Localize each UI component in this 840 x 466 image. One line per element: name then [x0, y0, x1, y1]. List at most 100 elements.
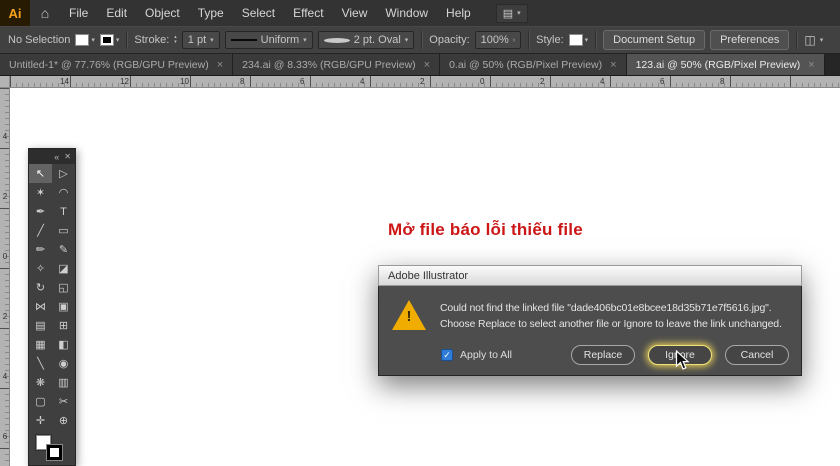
graphic-style-control[interactable]: ▾	[568, 34, 588, 46]
menu-item[interactable]: Window	[376, 0, 437, 26]
tab-label: 0.ai @ 50% (RGB/Pixel Preview)	[449, 58, 603, 71]
graphic-style-swatch	[568, 34, 583, 46]
horizontal-ruler[interactable]: 14 12 10 8 6 4 2 0 2 4 6 8	[10, 76, 840, 88]
rectangle-tool[interactable]: ▭	[52, 221, 75, 240]
menu-item[interactable]: Help	[437, 0, 480, 26]
stroke-swatch[interactable]	[47, 445, 62, 460]
menu-item[interactable]: Type	[189, 0, 233, 26]
width-profile-dropdown[interactable]: Uniform ▾	[224, 31, 313, 49]
dialog-controls: ✓ Apply to All Replace Ignore Cancel	[391, 345, 789, 365]
tab-close-icon[interactable]: ×	[424, 59, 430, 71]
chevron-down-icon: ▾	[210, 37, 214, 44]
line-segment-tool[interactable]: ╱	[29, 221, 52, 240]
pen-tool[interactable]: ✒	[29, 202, 52, 221]
menu-bar: Ai ⌂ File Edit Object Type Select Effect View W…	[0, 0, 840, 26]
free-transform-tool[interactable]: ▣	[52, 297, 75, 316]
ruler-label: 8	[240, 77, 245, 86]
ruler-label: 4	[600, 77, 605, 86]
perspective-grid-tool[interactable]: ⊞	[52, 316, 75, 335]
menu-item[interactable]: Object	[136, 0, 189, 26]
document-tab[interactable]: 123.ai @ 50% (RGB/Pixel Preview) ×	[626, 54, 825, 75]
ruler-label: 2	[2, 312, 8, 321]
missing-file-dialog: Adobe Illustrator ! Could not find the l…	[378, 265, 802, 376]
apply-to-all-label: Apply to All	[460, 349, 512, 361]
cancel-button[interactable]: Cancel	[725, 345, 789, 365]
menu-item[interactable]: Select	[233, 0, 284, 26]
divider	[126, 31, 128, 49]
shape-builder-tool[interactable]: ▤	[29, 316, 52, 335]
slice-tool[interactable]: ✂	[52, 392, 75, 411]
apply-to-all-checkbox[interactable]: ✓	[441, 349, 453, 361]
selection-tool[interactable]: ↖	[29, 164, 52, 183]
document-tab[interactable]: 234.ai @ 8.33% (RGB/GPU Preview) ×	[233, 54, 441, 75]
tab-close-icon[interactable]: ×	[808, 59, 814, 71]
home-icon[interactable]: ⌂	[33, 5, 57, 21]
paintbrush-tool[interactable]: ✏	[29, 240, 52, 259]
gradient-tool[interactable]: ◧	[52, 335, 75, 354]
document-setup-button[interactable]: Document Setup	[603, 30, 706, 50]
zoom-tool[interactable]: ⊕	[52, 411, 75, 430]
vertical-ruler-labels: 4 2 0 2 4 6	[0, 88, 9, 466]
ruler-origin-corner[interactable]	[0, 76, 10, 88]
fill-color-control[interactable]: ▾	[75, 34, 95, 46]
fill-stroke-control[interactable]	[29, 432, 75, 465]
chevron-down-icon: ▾	[404, 37, 409, 44]
tutorial-annotation: Mở file báo lỗi thiếu file	[388, 220, 583, 239]
magic-wand-tool[interactable]: ✶	[29, 183, 52, 202]
arrange-documents-icon: ▤	[502, 7, 514, 20]
stroke-weight-dropdown[interactable]: 1 pt ▾	[181, 31, 220, 49]
tab-close-icon[interactable]: ×	[610, 59, 616, 71]
width-tool[interactable]: ⋈	[29, 297, 52, 316]
direct-selection-tool[interactable]: ▷	[52, 164, 75, 183]
blend-tool[interactable]: ◉	[52, 354, 75, 373]
collapse-panel-icon[interactable]: «	[54, 152, 59, 162]
preferences-button[interactable]: Preferences	[710, 30, 790, 50]
artboard-canvas[interactable]: « ✕ ↖ ▷ ✶ ◠ ✒ T ╱ ▭ ✏ ✎ ✧ ◪ ↻ ◱ ⋈ ▣ ▤ ⊞ ▦ ◧ ╲ ◉ ❋ ▥ ▢ ✂ ✛ ⊕ Mở file…	[10, 88, 840, 466]
close-panel-icon[interactable]: ✕	[64, 152, 71, 161]
scale-tool[interactable]: ◱	[52, 278, 75, 297]
workspace: 4 2 0 2 4 6 « ✕ ↖ ▷ ✶ ◠ ✒ T ╱ ▭ ✏ ✎ ✧ ◪ ↻ ◱ ⋈ ▣ ▤ ⊞ ▦ ◧ ╲ ◉ ❋ ▥ ▢ ✂ ✛ ⊕ …	[0, 88, 840, 466]
menu-item[interactable]: View	[333, 0, 377, 26]
arrange-documents-control[interactable]: ▤ ▾	[495, 3, 528, 23]
tools-panel: « ✕ ↖ ▷ ✶ ◠ ✒ T ╱ ▭ ✏ ✎ ✧ ◪ ↻ ◱ ⋈ ▣ ▤ ⊞ ▦ ◧ ╲ ◉ ❋ ▥ ▢ ✂ ✛ ⊕	[28, 148, 76, 466]
workspace-switcher[interactable]: ◫ ▾	[804, 33, 823, 47]
artboard-tool[interactable]: ▢	[29, 392, 52, 411]
dialog-message-line: Choose Replace to select another file or…	[440, 318, 782, 331]
fill-color-swatch	[75, 34, 90, 46]
lasso-tool[interactable]: ◠	[52, 183, 75, 202]
opacity-field[interactable]: 100% ›	[474, 31, 522, 49]
hand-tool[interactable]: ✛	[29, 411, 52, 430]
document-tab-bar: Untitled-1* @ 77.76% (RGB/GPU Preview) ×…	[0, 54, 840, 76]
symbol-sprayer-tool[interactable]: ❋	[29, 373, 52, 392]
replace-button[interactable]: Replace	[571, 345, 635, 365]
stroke-color-control[interactable]: ▾	[99, 34, 119, 46]
shaper-tool[interactable]: ✧	[29, 259, 52, 278]
dialog-title-bar[interactable]: Adobe Illustrator	[378, 265, 802, 286]
menu-item[interactable]: File	[60, 0, 97, 26]
menu-item[interactable]: Effect	[284, 0, 332, 26]
mesh-tool[interactable]: ▦	[29, 335, 52, 354]
divider	[796, 31, 798, 49]
document-tab[interactable]: Untitled-1* @ 77.76% (RGB/GPU Preview) ×	[0, 54, 234, 75]
eyedropper-tool[interactable]: ╲	[29, 354, 52, 373]
stroke-label: Stroke:	[134, 34, 170, 46]
rotate-tool[interactable]: ↻	[29, 278, 52, 297]
stroke-weight-stepper[interactable]: ▴ ▾	[174, 35, 177, 45]
ruler-label: 2	[420, 77, 425, 86]
style-label: Style:	[536, 34, 564, 46]
type-tool[interactable]: T	[52, 202, 75, 221]
document-tab[interactable]: 0.ai @ 50% (RGB/Pixel Preview) ×	[440, 54, 627, 75]
chevron-down-icon: ▾	[517, 10, 521, 17]
column-graph-tool[interactable]: ▥	[52, 373, 75, 392]
vertical-ruler[interactable]: 4 2 0 2 4 6	[0, 88, 10, 466]
menu-item[interactable]: Edit	[97, 0, 136, 26]
eraser-tool[interactable]: ◪	[52, 259, 75, 278]
ruler-label: 6	[300, 77, 305, 86]
chevron-right-icon: ›	[512, 36, 516, 44]
tab-close-icon[interactable]: ×	[217, 59, 223, 71]
pencil-tool[interactable]: ✎	[52, 240, 75, 259]
brush-definition-dropdown[interactable]: 2 pt. Oval ▾	[317, 31, 415, 49]
illustrator-logo: Ai	[0, 0, 30, 26]
chevron-down-icon: ▾	[91, 37, 95, 44]
check-icon: ✓	[443, 349, 451, 360]
